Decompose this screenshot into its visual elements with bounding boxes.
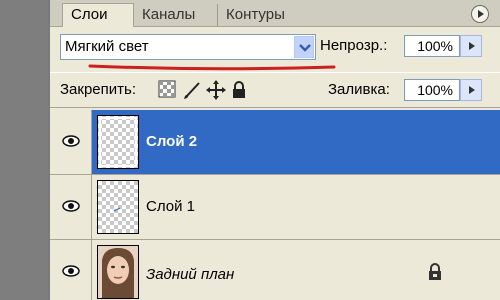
layers-panel: Слои Каналы Контуры Мягкий свет Непрозр.…: [50, 0, 500, 300]
lock-position-move-icon[interactable]: [206, 80, 226, 100]
tab-layers[interactable]: Слои: [62, 3, 134, 27]
fill-label: Заливка:: [328, 81, 390, 98]
arrow-right-icon: [469, 42, 475, 50]
lock-icon: [429, 263, 441, 280]
tab-paths[interactable]: Контуры: [218, 4, 314, 26]
play-arrow-icon: [478, 10, 484, 18]
blend-mode-select[interactable]: Мягкий свет: [60, 34, 316, 60]
panel-tab-bar: Слои Каналы Контуры: [50, 0, 500, 27]
layer-row-background[interactable]: Задний план: [50, 240, 500, 300]
chevron-down-icon: [299, 44, 311, 52]
eye-icon: [62, 265, 80, 277]
eye-icon: [62, 135, 80, 147]
red-annotation-underline: [88, 64, 336, 71]
layer-name[interactable]: Слой 2: [146, 133, 197, 150]
tab-channels[interactable]: Каналы: [134, 4, 218, 26]
visibility-toggle[interactable]: [50, 110, 92, 174]
visibility-toggle[interactable]: [50, 240, 92, 300]
layer-name[interactable]: Задний план: [146, 266, 234, 283]
blend-mode-value: Мягкий свет: [65, 38, 149, 55]
workspace-background: [0, 0, 48, 300]
fill-input[interactable]: 100%: [404, 79, 460, 101]
layer-thumbnail: [97, 180, 139, 234]
lock-label: Закрепить:: [60, 81, 137, 98]
layer-row-layer-1[interactable]: Слой 1: [50, 175, 500, 240]
layer-thumbnail-photo: [97, 245, 139, 299]
lock-pixels-brush-icon[interactable]: [182, 80, 202, 100]
visibility-toggle[interactable]: [50, 175, 92, 239]
panel-menu-button[interactable]: [471, 5, 489, 23]
opacity-input[interactable]: 100%: [404, 35, 460, 57]
divider: [50, 72, 500, 73]
opacity-label: Непрозр.:: [320, 37, 388, 54]
divider: [50, 107, 500, 108]
lock-transparency-icon[interactable]: [158, 80, 178, 100]
lock-all-icon[interactable]: [230, 80, 250, 100]
layer-thumbnail: [97, 115, 139, 169]
blend-mode-dropdown-button[interactable]: [294, 36, 314, 58]
opacity-slider-button[interactable]: [460, 35, 482, 57]
arrow-right-icon: [469, 86, 475, 94]
eye-icon: [62, 200, 80, 212]
layer-row-layer-2[interactable]: Слой 2: [50, 110, 500, 175]
fill-slider-button[interactable]: [460, 79, 482, 101]
layer-name[interactable]: Слой 1: [146, 198, 195, 215]
